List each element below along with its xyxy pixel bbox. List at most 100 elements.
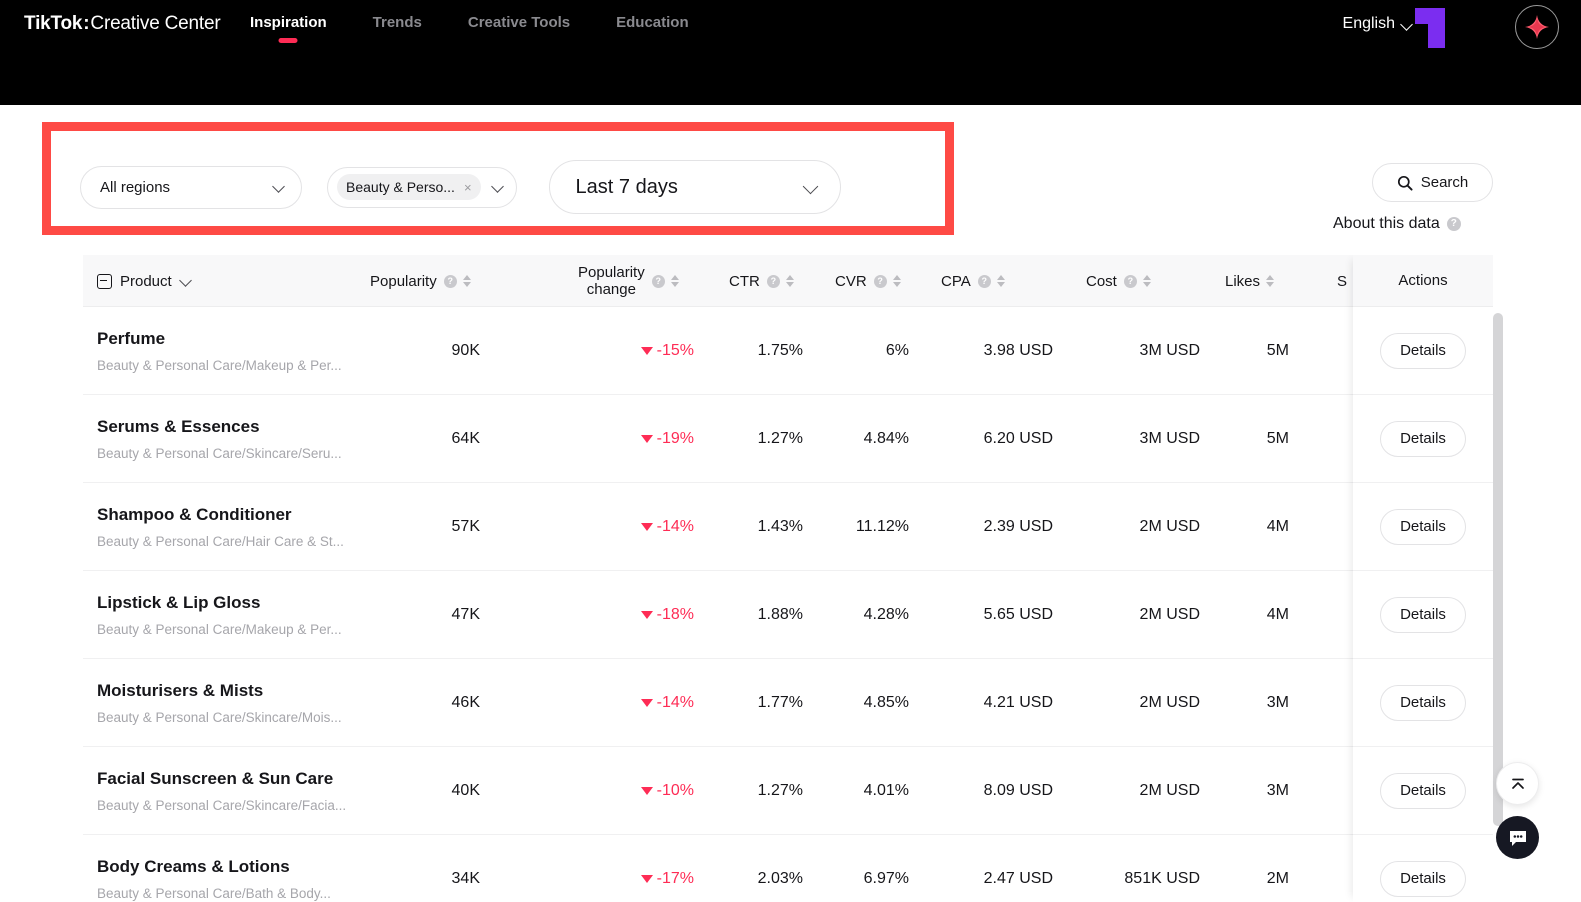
column-header-popularity-label: Popularity xyxy=(370,272,437,290)
help-icon[interactable]: ? xyxy=(651,274,665,288)
brand-colon: : xyxy=(83,13,90,34)
help-icon[interactable]: ? xyxy=(977,274,991,288)
column-header-popularity-change-label-line2: change xyxy=(586,281,636,298)
column-header-cpa[interactable]: CPA ? xyxy=(941,255,1006,307)
details-button[interactable]: Details xyxy=(1380,596,1466,633)
date-range-filter-dropdown[interactable]: Last 7 days xyxy=(548,160,841,214)
actions-cell: Details xyxy=(1353,395,1493,483)
cell-ctr: 1.43% xyxy=(757,518,803,535)
column-header-shares[interactable]: S xyxy=(1337,255,1351,307)
table-row[interactable]: Shampoo & Conditioner Beauty & Personal … xyxy=(83,483,1493,571)
cell-cost: 2M USD xyxy=(1139,606,1200,623)
cell-likes: 5M xyxy=(1266,342,1289,359)
column-header-cvr-label: CVR xyxy=(835,272,867,290)
column-header-cost[interactable]: Cost ? xyxy=(1086,255,1152,307)
cell-popularity-change: -14% xyxy=(578,659,694,747)
actions-cell: Details xyxy=(1353,307,1493,395)
details-button[interactable]: Details xyxy=(1380,332,1466,369)
cell-product[interactable]: Perfume Beauty & Personal Care/Makeup & … xyxy=(97,307,342,395)
language-selector[interactable]: English xyxy=(1343,15,1413,33)
sort-toggle-icon[interactable] xyxy=(1266,274,1275,288)
nav-item-creative-tools[interactable]: Creative Tools xyxy=(468,14,570,40)
actions-column: Actions Details Details Details Details … xyxy=(1353,255,1493,902)
help-icon[interactable]: ? xyxy=(1446,217,1461,231)
arrow-down-icon xyxy=(640,699,653,707)
about-this-data-link[interactable]: About this data ? xyxy=(1333,215,1461,233)
column-header-ctr-label: CTR xyxy=(729,272,760,290)
column-header-cost-label: Cost xyxy=(1086,272,1117,290)
cell-product[interactable]: Moisturisers & Mists Beauty & Personal C… xyxy=(97,659,342,747)
sort-toggle-icon[interactable] xyxy=(1142,274,1152,288)
cell-product[interactable]: Shampoo & Conditioner Beauty & Personal … xyxy=(97,483,344,571)
cell-ctr: 1.75% xyxy=(757,342,803,359)
vertical-scrollbar[interactable] xyxy=(1493,313,1503,826)
cell-product[interactable]: Serums & Essences Beauty & Personal Care… xyxy=(97,395,342,483)
product-category: Beauty & Personal Care/Makeup & Per... xyxy=(97,358,342,373)
help-icon[interactable]: ? xyxy=(766,274,780,288)
table-row[interactable]: Moisturisers & Mists Beauty & Personal C… xyxy=(83,659,1493,747)
sort-toggle-icon[interactable] xyxy=(892,274,902,288)
cell-cost: 2M USD xyxy=(1139,518,1200,535)
cell-popularity: 64K xyxy=(451,430,480,447)
column-header-cvr[interactable]: CVR ? xyxy=(835,255,902,307)
details-button[interactable]: Details xyxy=(1380,860,1466,897)
arrow-down-icon xyxy=(640,875,653,883)
actions-cell: Details xyxy=(1353,835,1493,902)
details-button[interactable]: Details xyxy=(1380,772,1466,809)
cell-cpa: 2.39 USD xyxy=(983,518,1053,535)
column-header-shares-label: S xyxy=(1337,272,1348,290)
cell-product[interactable]: Body Creams & Lotions Beauty & Personal … xyxy=(97,835,331,902)
chevron-down-icon xyxy=(1402,19,1413,30)
sort-toggle-icon[interactable] xyxy=(462,274,472,288)
column-header-ctr[interactable]: CTR ? xyxy=(729,255,795,307)
details-button[interactable]: Details xyxy=(1380,420,1466,457)
cell-cvr: 6.97% xyxy=(863,870,909,887)
help-icon[interactable]: ? xyxy=(443,274,457,288)
table-row[interactable]: Body Creams & Lotions Beauty & Personal … xyxy=(83,835,1493,902)
actions-cell: Details xyxy=(1353,747,1493,835)
category-filter-dropdown[interactable]: Beauty & Perso... × xyxy=(327,166,517,208)
sort-toggle-icon[interactable] xyxy=(785,274,795,288)
cell-product[interactable]: Lipstick & Lip Gloss Beauty & Personal C… xyxy=(97,571,342,659)
table-row[interactable]: Lipstick & Lip Gloss Beauty & Personal C… xyxy=(83,571,1493,659)
cell-likes: 2M xyxy=(1266,870,1289,887)
popularity-change-value: -18% xyxy=(656,606,694,623)
help-icon[interactable]: ? xyxy=(1123,274,1137,288)
details-button[interactable]: Details xyxy=(1380,684,1466,721)
sort-toggle-icon[interactable] xyxy=(996,274,1006,288)
close-icon[interactable]: × xyxy=(464,180,472,195)
nav-item-education[interactable]: Education xyxy=(616,14,689,40)
scroll-to-top-button[interactable] xyxy=(1496,762,1539,805)
help-icon[interactable]: ? xyxy=(873,274,887,288)
table-row[interactable]: Perfume Beauty & Personal Care/Makeup & … xyxy=(83,307,1493,395)
sort-toggle-icon[interactable] xyxy=(670,274,680,288)
cell-cost: 2M USD xyxy=(1139,782,1200,799)
nav-item-inspiration[interactable]: Inspiration xyxy=(250,14,327,40)
cell-likes: 4M xyxy=(1266,606,1289,623)
search-button[interactable]: Search xyxy=(1372,163,1493,202)
cell-cvr: 4.01% xyxy=(863,782,909,799)
product-name: Body Creams & Lotions xyxy=(97,857,290,876)
cell-popularity-change: -17% xyxy=(578,835,694,902)
cell-popularity: 46K xyxy=(451,694,480,711)
table-row[interactable]: Facial Sunscreen & Sun Care Beauty & Per… xyxy=(83,747,1493,835)
brand-tiktok: TikTok xyxy=(24,13,83,34)
column-header-likes[interactable]: Likes xyxy=(1225,255,1275,307)
brand-logo[interactable]: TikTok: Creative Center xyxy=(24,13,221,35)
cell-product[interactable]: Facial Sunscreen & Sun Care Beauty & Per… xyxy=(97,747,346,835)
arrow-down-icon xyxy=(640,523,653,531)
region-filter-dropdown[interactable]: All regions xyxy=(80,165,302,209)
scroll-to-top-icon xyxy=(1511,778,1524,789)
arrow-down-icon xyxy=(640,347,653,355)
column-header-product[interactable]: Product xyxy=(97,255,192,307)
column-header-popularity-change[interactable]: Popularity change ? xyxy=(578,255,680,307)
cell-cpa: 5.65 USD xyxy=(983,606,1053,623)
column-header-popularity[interactable]: Popularity ? xyxy=(370,255,472,307)
brand-creative-center: Creative Center xyxy=(90,13,221,34)
table-row[interactable]: Serums & Essences Beauty & Personal Care… xyxy=(83,395,1493,483)
details-button[interactable]: Details xyxy=(1380,508,1466,545)
nav-item-trends[interactable]: Trends xyxy=(373,14,422,40)
chat-support-button[interactable] xyxy=(1496,816,1539,859)
avatar[interactable] xyxy=(1515,5,1559,49)
cell-likes: 4M xyxy=(1266,518,1289,535)
